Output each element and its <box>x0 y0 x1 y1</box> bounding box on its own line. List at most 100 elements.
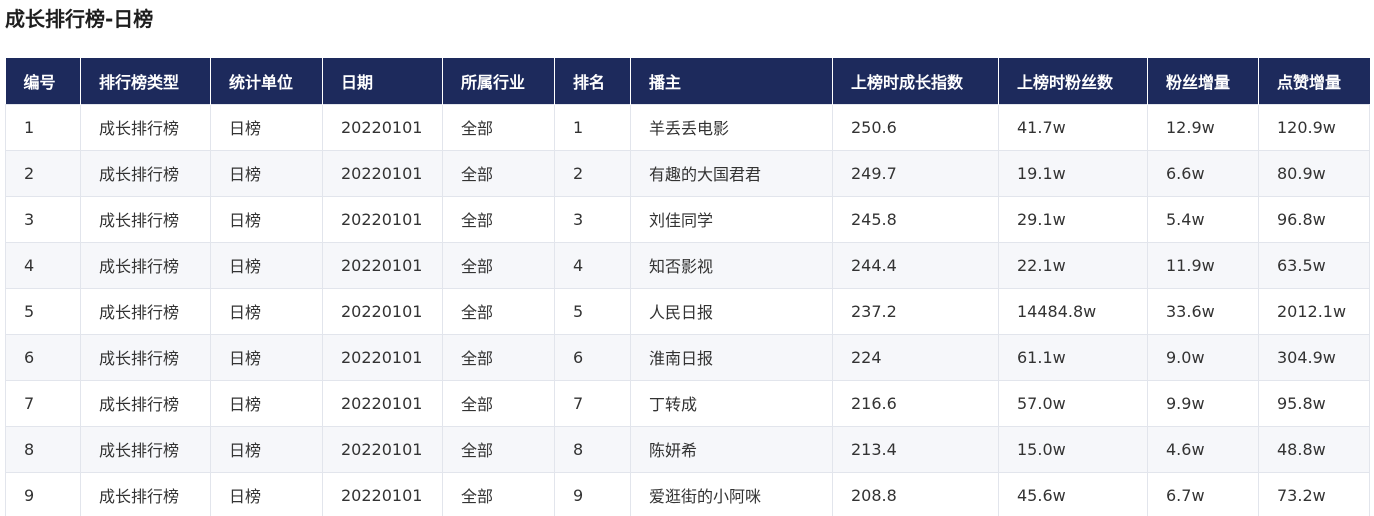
cell-growth-index: 245.8 <box>832 195 999 243</box>
cell-industry: 全部 <box>442 471 555 516</box>
cell-streamer: 羊丢丢电影 <box>630 103 833 151</box>
cell-industry: 全部 <box>442 241 555 289</box>
cell-followers: 15.0w <box>998 425 1148 473</box>
cell-followers: 19.1w <box>998 149 1148 197</box>
cell-follower-increase: 9.0w <box>1147 333 1259 381</box>
cell-growth-index: 224 <box>832 333 999 381</box>
cell-ranking-type: 成长排行榜 <box>80 195 211 243</box>
cell-rank: 7 <box>554 379 631 427</box>
cell-rank: 4 <box>554 241 631 289</box>
cell-id: 8 <box>5 425 81 473</box>
column-header-id[interactable]: 编号 <box>5 58 81 104</box>
cell-rank: 5 <box>554 287 631 335</box>
cell-follower-increase: 6.7w <box>1147 471 1259 516</box>
table-row[interactable]: 8 成长排行榜 日榜 20220101 全部 8 陈妍希 213.4 15.0w… <box>5 425 1370 473</box>
cell-growth-index: 250.6 <box>832 103 999 151</box>
table-row[interactable]: 9 成长排行榜 日榜 20220101 全部 9 爱逛街的小阿咪 208.8 4… <box>5 471 1370 516</box>
cell-stat-unit: 日榜 <box>210 241 323 289</box>
cell-ranking-type: 成长排行榜 <box>80 149 211 197</box>
cell-date: 20220101 <box>322 379 443 427</box>
cell-streamer: 淮南日报 <box>630 333 833 381</box>
cell-follower-increase: 4.6w <box>1147 425 1259 473</box>
cell-stat-unit: 日榜 <box>210 333 323 381</box>
cell-like-increase: 95.8w <box>1258 379 1370 427</box>
cell-id: 4 <box>5 241 81 289</box>
table-row[interactable]: 7 成长排行榜 日榜 20220101 全部 7 丁转成 216.6 57.0w… <box>5 379 1370 427</box>
cell-date: 20220101 <box>322 471 443 516</box>
column-header-stat-unit[interactable]: 统计单位 <box>210 58 323 104</box>
cell-streamer: 人民日报 <box>630 287 833 335</box>
cell-id: 6 <box>5 333 81 381</box>
column-header-streamer[interactable]: 播主 <box>630 58 833 104</box>
cell-follower-increase: 12.9w <box>1147 103 1259 151</box>
column-header-date[interactable]: 日期 <box>322 58 443 104</box>
cell-industry: 全部 <box>442 425 555 473</box>
page-title: 成长排行榜-日榜 <box>5 7 154 31</box>
cell-like-increase: 96.8w <box>1258 195 1370 243</box>
table-row[interactable]: 4 成长排行榜 日榜 20220101 全部 4 知否影视 244.4 22.1… <box>5 241 1370 289</box>
cell-ranking-type: 成长排行榜 <box>80 333 211 381</box>
column-header-industry[interactable]: 所属行业 <box>442 58 555 104</box>
table-row[interactable]: 6 成长排行榜 日榜 20220101 全部 6 淮南日报 224 61.1w … <box>5 333 1370 381</box>
cell-like-increase: 48.8w <box>1258 425 1370 473</box>
cell-growth-index: 208.8 <box>832 471 999 516</box>
cell-date: 20220101 <box>322 103 443 151</box>
cell-streamer: 刘佳同学 <box>630 195 833 243</box>
cell-streamer: 丁转成 <box>630 379 833 427</box>
cell-followers: 57.0w <box>998 379 1148 427</box>
cell-industry: 全部 <box>442 103 555 151</box>
cell-like-increase: 2012.1w <box>1258 287 1370 335</box>
cell-industry: 全部 <box>442 149 555 197</box>
cell-id: 1 <box>5 103 81 151</box>
cell-industry: 全部 <box>442 287 555 335</box>
column-header-rank[interactable]: 排名 <box>554 58 631 104</box>
cell-date: 20220101 <box>322 287 443 335</box>
cell-growth-index: 237.2 <box>832 287 999 335</box>
cell-ranking-type: 成长排行榜 <box>80 287 211 335</box>
cell-follower-increase: 11.9w <box>1147 241 1259 289</box>
cell-ranking-type: 成长排行榜 <box>80 379 211 427</box>
page: 成长排行榜-日榜 编号 排行榜类型 统计单位 日期 所属行业 排名 播主 上榜时… <box>0 0 1374 516</box>
cell-streamer: 知否影视 <box>630 241 833 289</box>
table-header-row: 编号 排行榜类型 统计单位 日期 所属行业 排名 播主 上榜时成长指数 上榜时粉… <box>5 58 1370 104</box>
ranking-table: 编号 排行榜类型 统计单位 日期 所属行业 排名 播主 上榜时成长指数 上榜时粉… <box>5 58 1370 516</box>
cell-stat-unit: 日榜 <box>210 103 323 151</box>
cell-rank: 3 <box>554 195 631 243</box>
cell-id: 7 <box>5 379 81 427</box>
cell-industry: 全部 <box>442 333 555 381</box>
cell-stat-unit: 日榜 <box>210 379 323 427</box>
cell-growth-index: 249.7 <box>832 149 999 197</box>
table-row[interactable]: 3 成长排行榜 日榜 20220101 全部 3 刘佳同学 245.8 29.1… <box>5 195 1370 243</box>
cell-like-increase: 63.5w <box>1258 241 1370 289</box>
cell-like-increase: 120.9w <box>1258 103 1370 151</box>
cell-follower-increase: 5.4w <box>1147 195 1259 243</box>
cell-like-increase: 80.9w <box>1258 149 1370 197</box>
cell-followers: 41.7w <box>998 103 1148 151</box>
cell-stat-unit: 日榜 <box>210 471 323 516</box>
cell-stat-unit: 日榜 <box>210 287 323 335</box>
column-header-followers[interactable]: 上榜时粉丝数 <box>998 58 1148 104</box>
cell-date: 20220101 <box>322 195 443 243</box>
column-header-growth-index[interactable]: 上榜时成长指数 <box>832 58 999 104</box>
cell-id: 5 <box>5 287 81 335</box>
table-row[interactable]: 1 成长排行榜 日榜 20220101 全部 1 羊丢丢电影 250.6 41.… <box>5 103 1370 151</box>
cell-rank: 6 <box>554 333 631 381</box>
cell-industry: 全部 <box>442 379 555 427</box>
cell-id: 3 <box>5 195 81 243</box>
cell-follower-increase: 9.9w <box>1147 379 1259 427</box>
column-header-ranking-type[interactable]: 排行榜类型 <box>80 58 211 104</box>
cell-followers: 22.1w <box>998 241 1148 289</box>
cell-date: 20220101 <box>322 149 443 197</box>
cell-rank: 8 <box>554 425 631 473</box>
cell-growth-index: 216.6 <box>832 379 999 427</box>
cell-stat-unit: 日榜 <box>210 149 323 197</box>
cell-follower-increase: 33.6w <box>1147 287 1259 335</box>
cell-rank: 1 <box>554 103 631 151</box>
cell-date: 20220101 <box>322 241 443 289</box>
table-row[interactable]: 2 成长排行榜 日榜 20220101 全部 2 有趣的大国君君 249.7 1… <box>5 149 1370 197</box>
table-row[interactable]: 5 成长排行榜 日榜 20220101 全部 5 人民日报 237.2 1448… <box>5 287 1370 335</box>
cell-stat-unit: 日榜 <box>210 425 323 473</box>
cell-streamer: 爱逛街的小阿咪 <box>630 471 833 516</box>
column-header-like-increase[interactable]: 点赞增量 <box>1258 58 1370 104</box>
column-header-follower-increase[interactable]: 粉丝增量 <box>1147 58 1259 104</box>
